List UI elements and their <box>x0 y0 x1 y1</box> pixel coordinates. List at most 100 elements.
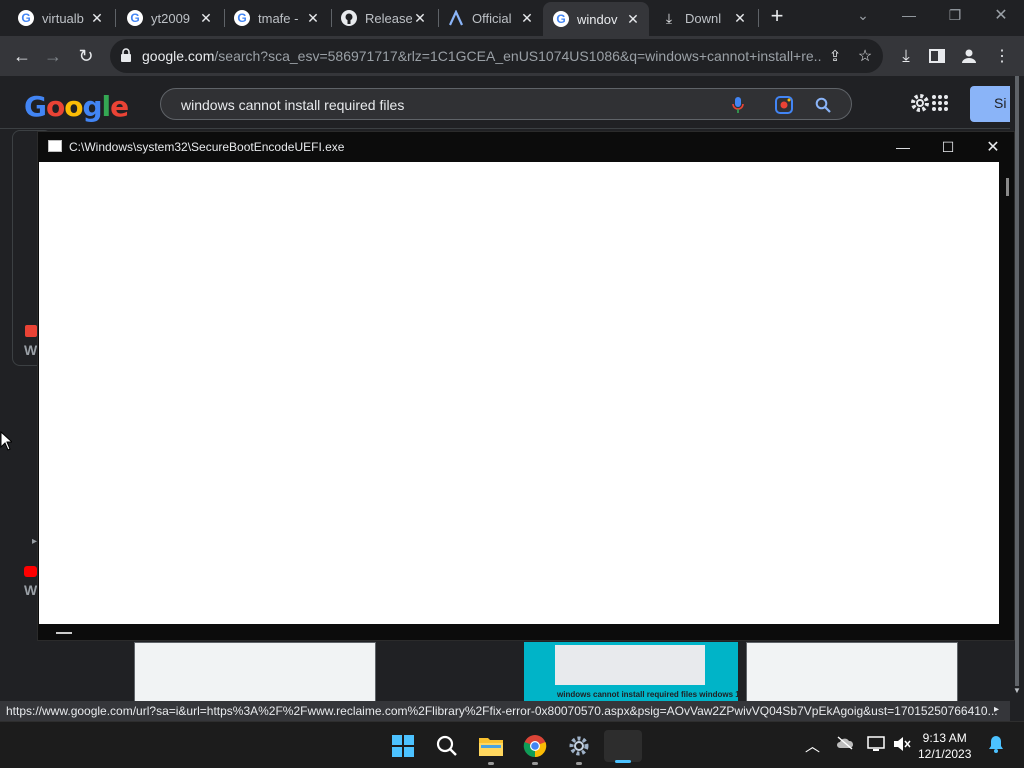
side-panel-icon[interactable] <box>924 44 950 68</box>
tab-title: yt2009 <box>151 10 191 26</box>
settings-gear-icon[interactable] <box>909 92 931 119</box>
header-divider <box>0 128 1010 129</box>
console-client-area[interactable] <box>39 162 999 624</box>
console-title: C:\Windows\system32\SecureBootEncodeUEFI… <box>69 140 345 154</box>
console-taskbar-button[interactable] <box>604 730 642 763</box>
running-indicator <box>488 762 494 765</box>
url-path: /search?sca_esv=586971717&rlz=1C1GCEA_en… <box>214 48 822 64</box>
console-window[interactable]: C:\Windows\system32\SecureBootEncodeUEFI… <box>37 131 1015 641</box>
taskbar: ︿ 9:13 AM 12/1/2023 <box>0 721 1024 768</box>
thumbnail-caption: windows cannot install required files wi… <box>557 690 745 699</box>
downloads-icon[interactable]: ⤓ <box>893 44 919 68</box>
download-icon: ⤓ <box>665 9 673 26</box>
console-scrollbar[interactable] <box>1000 162 1014 624</box>
clock-date: 12/1/2023 <box>918 747 972 761</box>
new-tab-button[interactable]: + <box>764 3 790 28</box>
google-logo[interactable]: Google <box>24 90 129 123</box>
google-icon: G <box>553 11 569 27</box>
image-result-thumbnail[interactable] <box>134 642 376 702</box>
tab-search-button[interactable]: ⌄ <box>840 0 886 30</box>
page-scroll-thumb[interactable] <box>1015 76 1019 686</box>
apps-grid-icon[interactable] <box>931 94 949 117</box>
settings-icon[interactable] <box>563 730 595 765</box>
close-tab-icon[interactable]: ✕ <box>625 11 641 27</box>
tab-2[interactable]: G yt2009 ✕ <box>117 4 222 32</box>
tab-4[interactable]: Release ✕ <box>331 4 436 32</box>
tab-title: windov <box>577 11 618 27</box>
tab-6-active[interactable]: G windov ✕ <box>543 2 649 36</box>
tab-title: Downl <box>685 10 722 26</box>
console-maximize-button[interactable]: ☐ <box>925 132 971 162</box>
link-status-bar: https://www.google.com/url?sa=i&url=http… <box>0 701 1010 721</box>
tab-strip: G virtualb ✕ G yt2009 ✕ G tmafe - ✕ Rele… <box>0 0 1024 36</box>
console-title-bar[interactable]: C:\Windows\system32\SecureBootEncodeUEFI… <box>38 132 1014 162</box>
close-tab-icon[interactable]: ✕ <box>305 10 321 26</box>
start-windows-icon[interactable] <box>387 730 419 762</box>
tab-5[interactable]: Official ✕ <box>438 4 543 32</box>
console-scroll-thumb[interactable] <box>1006 178 1009 196</box>
image-result-thumbnail[interactable]: windows cannot install required files wi… <box>524 642 744 702</box>
profile-icon[interactable] <box>956 44 982 68</box>
github-icon <box>341 10 357 26</box>
tab-title: Official <box>472 10 512 26</box>
google-icon: G <box>127 10 143 26</box>
scroll-down-arrow-icon[interactable]: ▼ <box>1013 686 1021 695</box>
notification-bell-icon[interactable] <box>988 735 1004 757</box>
microphone-icon[interactable] <box>727 94 749 116</box>
screenshot-preview <box>555 645 705 685</box>
tab-separator <box>115 9 116 27</box>
google-icon: G <box>234 10 250 26</box>
show-hidden-icons-chevron-icon[interactable]: ︿ <box>805 735 820 756</box>
tab-title: virtualb <box>42 10 84 26</box>
close-tab-icon[interactable]: ✕ <box>198 10 214 26</box>
share-icon[interactable]: ⇪ <box>822 44 848 68</box>
tab-3[interactable]: G tmafe - ✕ <box>224 4 329 32</box>
bookmark-star-icon[interactable]: ☆ <box>852 44 878 68</box>
arc-icon <box>448 10 464 26</box>
text-cursor <box>56 632 72 634</box>
status-arrow-icon: ▸ <box>994 704 1000 715</box>
close-window-button[interactable]: ✕ <box>978 0 1024 30</box>
network-icon[interactable] <box>867 736 885 756</box>
search-input[interactable]: windows cannot install required files <box>160 88 852 120</box>
clock-time: 9:13 AM <box>922 731 967 745</box>
menu-icon[interactable]: ⋮ <box>989 44 1015 68</box>
minimize-button[interactable]: — <box>886 0 932 30</box>
file-explorer-icon[interactable] <box>475 730 507 765</box>
forward-button[interactable]: → <box>40 44 66 68</box>
onedrive-icon[interactable] <box>836 736 854 754</box>
search-icon[interactable] <box>812 94 834 116</box>
close-tab-icon[interactable]: ✕ <box>732 10 748 26</box>
google-icon: G <box>18 10 34 26</box>
console-app-icon <box>48 140 62 152</box>
system-clock[interactable]: 9:13 AM 12/1/2023 <box>918 730 971 762</box>
close-tab-icon[interactable]: ✕ <box>89 10 105 26</box>
tab-1[interactable]: G virtualb ✕ <box>8 4 113 32</box>
image-result-thumbnail[interactable] <box>746 642 958 702</box>
reload-button[interactable]: ↻ <box>73 44 99 68</box>
browser-toolbar: ← → ↻ google.com/search?sca_esv=58697171… <box>0 36 1024 76</box>
restore-button[interactable]: ❐ <box>932 0 978 30</box>
close-tab-icon[interactable]: ✕ <box>412 10 428 26</box>
youtube-icon <box>24 566 37 577</box>
lock-icon[interactable] <box>120 48 132 67</box>
console-minimize-button[interactable]: — <box>880 132 926 162</box>
running-indicator <box>576 762 582 765</box>
chrome-icon[interactable] <box>519 730 551 765</box>
close-tab-icon[interactable]: ✕ <box>519 10 535 26</box>
tab-title: Release <box>365 10 412 26</box>
taskbar-search-icon[interactable] <box>431 730 463 762</box>
url-text: google.com/search?sca_esv=586971717&rlz=… <box>142 48 822 64</box>
tab-7[interactable]: ⤓ Downl ✕ <box>651 4 756 32</box>
site-favicon-icon <box>25 325 37 337</box>
lens-icon[interactable] <box>773 94 795 116</box>
active-indicator <box>615 760 631 763</box>
back-button[interactable]: ← <box>9 44 35 68</box>
running-indicator <box>532 762 538 765</box>
tab-separator <box>758 9 759 27</box>
search-query: windows cannot install required files <box>181 97 405 113</box>
mouse-pointer-icon <box>0 430 14 456</box>
console-close-button[interactable]: ✕ <box>970 132 1016 162</box>
volume-muted-icon[interactable] <box>893 736 911 756</box>
address-bar[interactable]: google.com/search?sca_esv=586971717&rlz=… <box>110 39 883 73</box>
